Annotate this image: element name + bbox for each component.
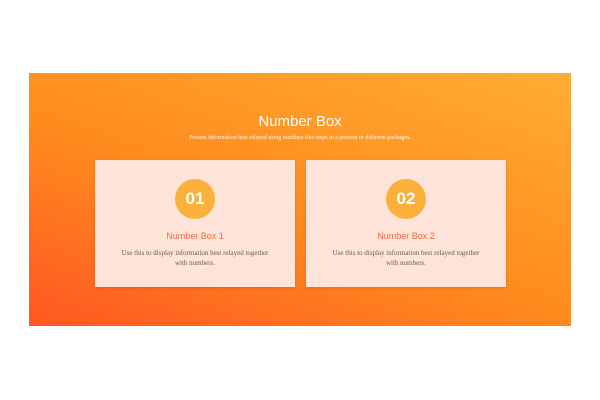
section-title: Number Box [258, 113, 342, 130]
card-text-1: Use this to display information best rel… [121, 249, 269, 267]
number-box-card-2: 02 Number Box 2 Use this to display info… [306, 160, 506, 287]
number-box-section: Number Box Present information best rela… [29, 73, 571, 326]
card-title-1: Number Box 1 [166, 231, 224, 241]
section-subtitle: Present information best relayed using n… [189, 135, 411, 141]
card-text-2: Use this to display information best rel… [332, 249, 480, 267]
number-badge-1: 01 [175, 179, 215, 219]
number-badge-2: 02 [386, 179, 426, 219]
number-box-card-1: 01 Number Box 1 Use this to display info… [95, 160, 295, 287]
card-title-2: Number Box 2 [377, 231, 435, 241]
